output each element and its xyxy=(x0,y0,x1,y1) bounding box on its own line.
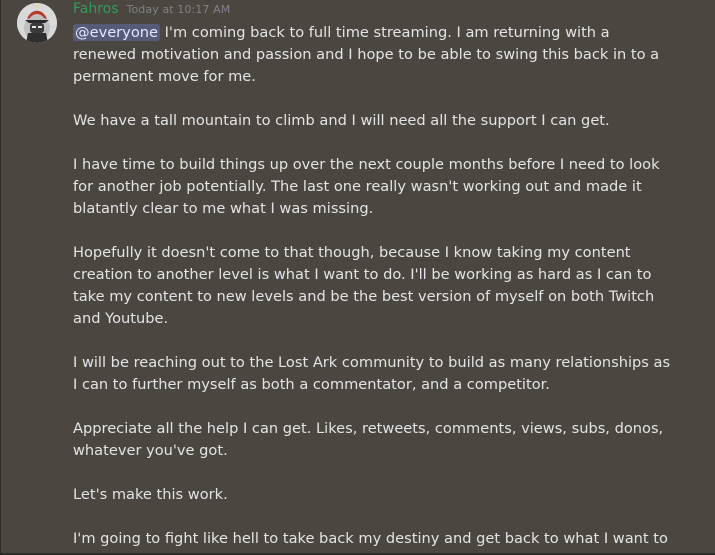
message-paragraph: I have time to build things up over the … xyxy=(73,156,660,217)
message-content: @everyone I'm coming back to full time s… xyxy=(73,22,673,553)
message-paragraph: Let's make this work. xyxy=(73,486,228,503)
author-name[interactable]: Fahros xyxy=(73,1,119,17)
message-paragraph: @everyone I'm coming back to full time s… xyxy=(73,22,673,88)
message-paragraph: I will be reaching out to the Lost Ark c… xyxy=(73,354,671,393)
message-paragraph: I'm going to fight like hell to take bac… xyxy=(73,530,668,553)
paragraph-text: I'm coming back to full time streaming. … xyxy=(73,24,660,85)
fahros-avatar-icon[interactable] xyxy=(17,3,57,43)
message-paragraph: We have a tall mountain to climb and I w… xyxy=(73,112,610,129)
message-paragraph: Hopefully it doesn't come to that though… xyxy=(73,244,655,327)
everyone-mention[interactable]: @everyone xyxy=(73,24,160,41)
avatar-image xyxy=(17,3,57,43)
message-panel: Fahros Today at 10:17 AM @everyone I'm c… xyxy=(0,0,715,555)
message-paragraph: Appreciate all the help I can get. Likes… xyxy=(73,420,664,459)
message-header: Fahros Today at 10:17 AM xyxy=(73,1,230,21)
message-timestamp[interactable]: Today at 10:17 AM xyxy=(127,3,231,16)
